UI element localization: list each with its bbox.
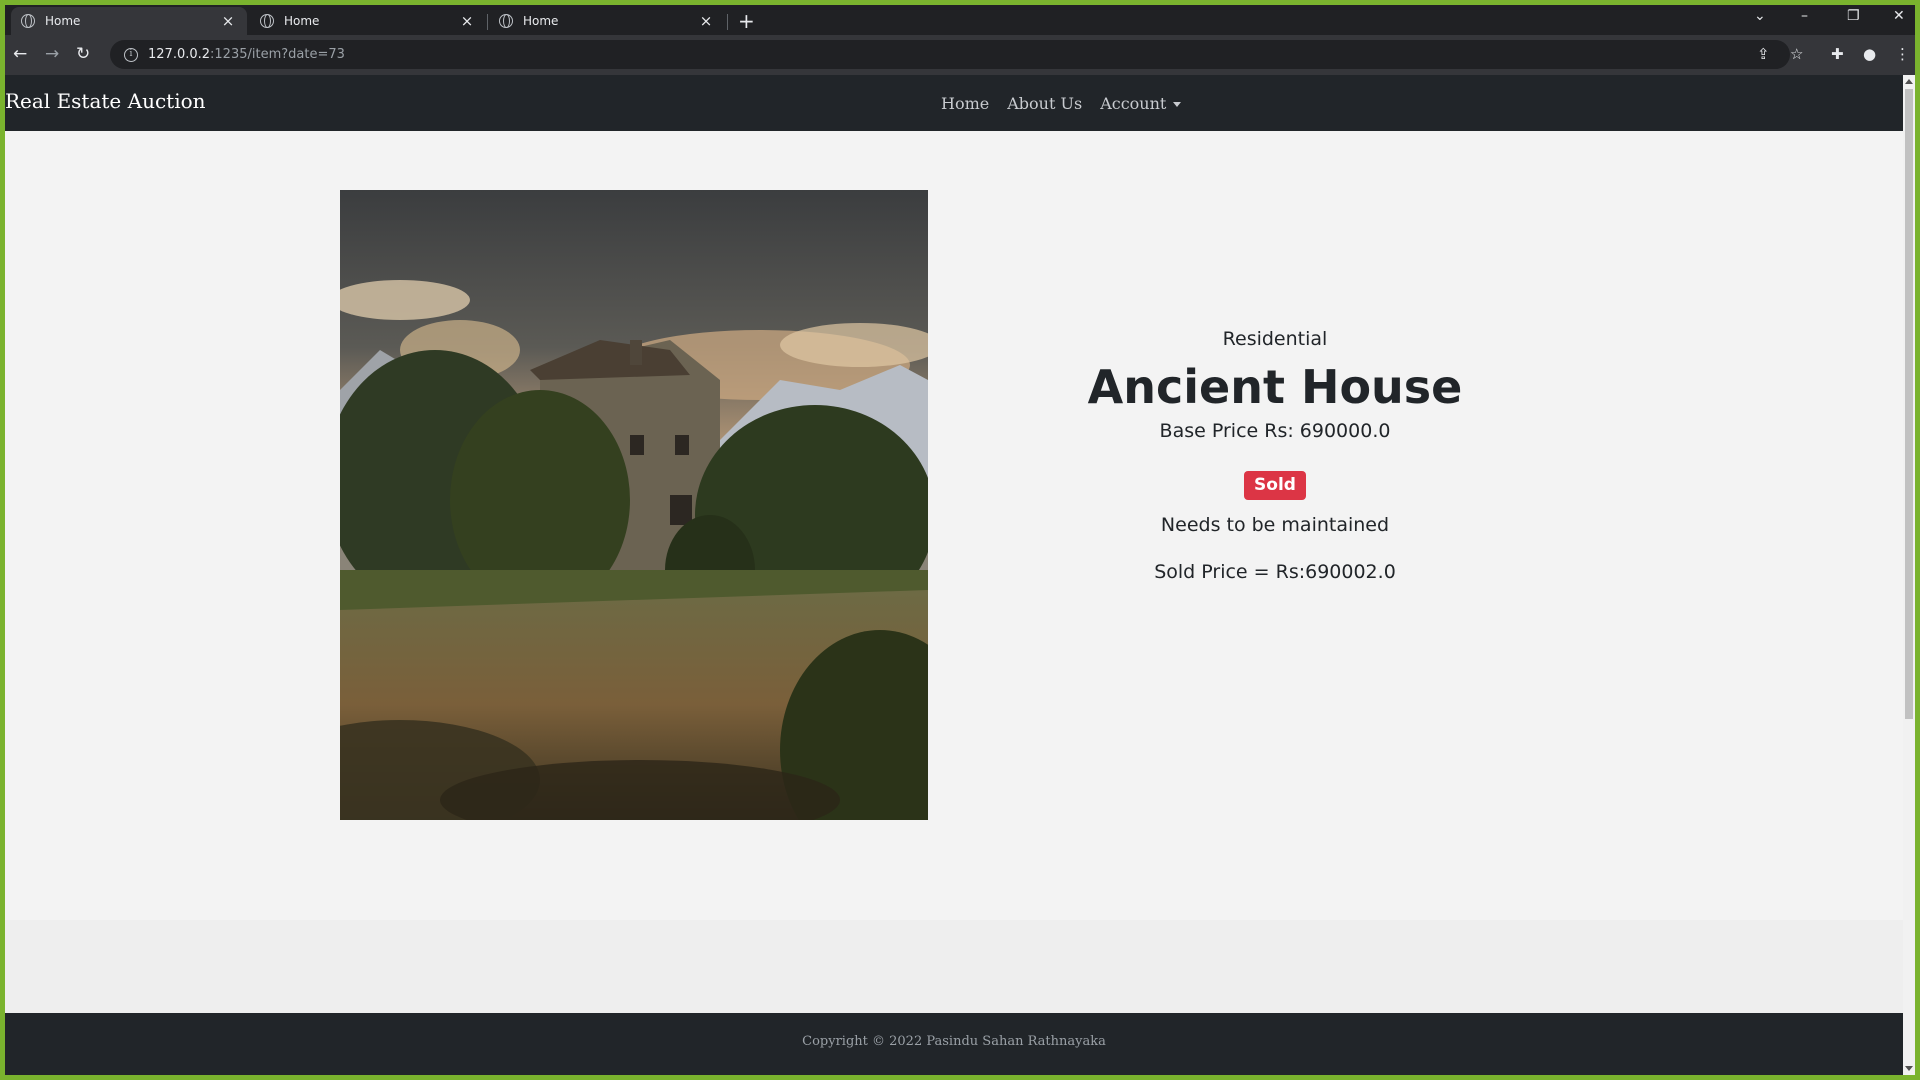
tab-title: Home [284,14,320,28]
base-price: Base Price Rs: 690000.0 [1159,420,1391,442]
browser-tab-3[interactable]: Home × [489,7,725,35]
footer-spacer [5,920,1903,1013]
new-tab-button[interactable]: + [738,9,755,33]
page-scrollbar[interactable] [1903,75,1915,1075]
browser-window: Home × Home × Home × + ⌄ – ❐ ✕ ← → ↻ i 1… [5,5,1915,1075]
caret-down-icon [1173,102,1182,107]
site-info-icon[interactable]: i [124,47,138,62]
close-tab-icon[interactable]: × [458,12,476,30]
item-category: Residential [1222,328,1328,350]
scroll-down-icon[interactable] [1905,1066,1913,1071]
tab-title: Home [523,14,559,28]
scroll-up-icon[interactable] [1905,79,1913,84]
nav-home-link[interactable]: Home [941,94,989,113]
minimize-icon[interactable]: – [1801,8,1808,24]
window-close-icon[interactable]: ✕ [1893,8,1905,24]
tab-search-icon[interactable]: ⌄ [1754,8,1766,24]
copyright-text: Copyright © 2022 Pasindu Sahan Rathnayak… [802,1034,1106,1049]
tab-strip: Home × Home × Home × + ⌄ – ❐ ✕ [5,5,1915,35]
close-tab-icon[interactable]: × [697,12,715,30]
back-icon[interactable]: ← [13,44,27,64]
reload-icon[interactable]: ↻ [76,44,90,64]
ancient-house-photo [340,190,928,820]
browser-toolbar: ← → ↻ i 127.0.0.2:1235/item?date=73 ⇪ ☆ … [5,35,1915,75]
browser-tab-2[interactable]: Home × [250,7,486,35]
status-badge: Sold [1244,471,1306,500]
nav-account-dropdown[interactable]: Account [1100,94,1182,113]
nav-account-label: Account [1100,94,1167,113]
globe-icon [499,14,513,28]
bookmark-star-icon[interactable]: ☆ [1790,45,1803,63]
status-badge-wrap: Sold [1025,471,1525,500]
url-host: 127.0.0.2 [148,47,211,62]
extensions-icon[interactable]: ✚ [1831,45,1844,63]
property-image [340,190,928,820]
close-tab-icon[interactable]: × [219,12,237,30]
nav-about-link[interactable]: About Us [1007,94,1082,113]
globe-icon [21,14,35,28]
site-brand[interactable]: Real Estate Auction [5,89,206,113]
browser-tab-1[interactable]: Home × [11,7,247,35]
site-navbar: Real Estate Auction Home About Us Accoun… [5,75,1903,131]
share-icon[interactable]: ⇪ [1757,45,1770,63]
tab-title: Home [45,14,81,28]
item-title: Ancient House [1087,360,1463,414]
page-content: Real Estate Auction Home About Us Accoun… [5,75,1903,1075]
restore-icon[interactable]: ❐ [1847,8,1860,24]
globe-icon [260,14,274,28]
tab-separator [727,14,728,30]
address-bar[interactable]: i 127.0.0.2:1235/item?date=73 [110,40,1790,69]
profile-icon[interactable]: ● [1863,45,1876,63]
menu-kebab-icon[interactable]: ⋮ [1895,45,1910,63]
sold-price: Sold Price = Rs:690002.0 [1154,561,1396,583]
forward-icon[interactable]: → [45,44,59,64]
url-path: :1235/item?date=73 [210,47,345,62]
scrollbar-thumb[interactable] [1905,89,1913,719]
item-description: Needs to be maintained [1160,514,1390,536]
tab-separator [487,14,488,30]
site-footer: Copyright © 2022 Pasindu Sahan Rathnayak… [5,1013,1903,1075]
nav-links: Home About Us Account [941,94,1182,113]
